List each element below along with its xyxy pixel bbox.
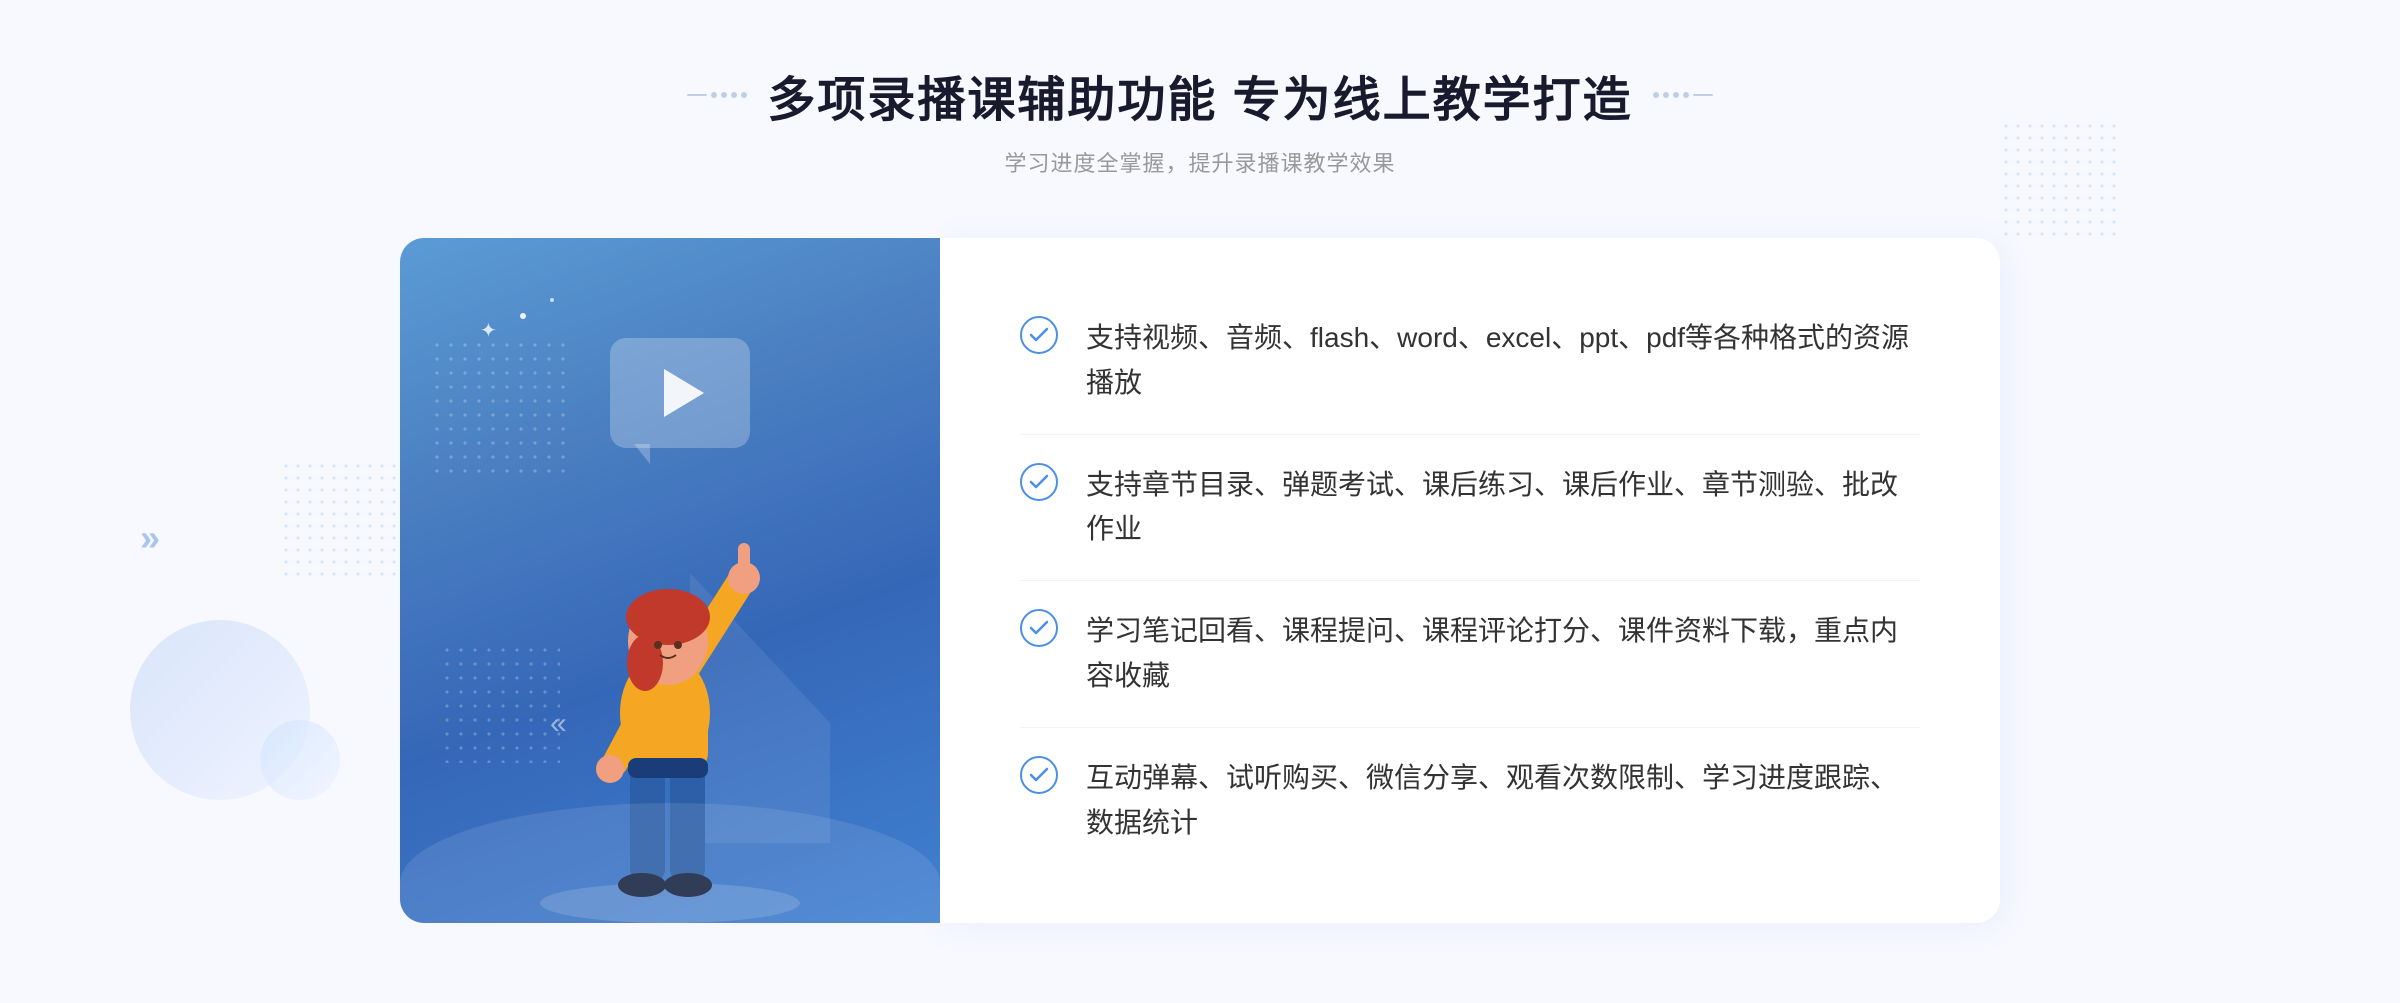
title-deco-right [1653, 92, 1713, 98]
feature-text-4: 互动弹幕、试听购买、微信分享、观看次数限制、学习进度跟踪、数据统计 [1086, 756, 1920, 846]
feature-text-1: 支持视频、音频、flash、word、excel、ppt、pdf等各种格式的资源… [1086, 316, 1920, 406]
feature-item-3: 学习笔记回看、课程提问、课程评论打分、课件资料下载，重点内容收藏 [1020, 581, 1920, 728]
features-panel: 支持视频、音频、flash、word、excel、ppt、pdf等各种格式的资源… [940, 238, 2000, 923]
deco-circle-small [260, 720, 340, 800]
dot-pattern-left [280, 460, 400, 580]
dot-pattern-right [2000, 120, 2120, 240]
feature-item-1: 支持视频、音频、flash、word、excel、ppt、pdf等各种格式的资源… [1020, 288, 1920, 435]
sparkle-dot-1 [520, 313, 526, 319]
title-deco-left [687, 92, 747, 98]
check-icon-3 [1020, 609, 1058, 647]
sparkle-icon: ✦ [480, 318, 497, 343]
svg-text:«: « [550, 707, 567, 740]
play-icon [664, 369, 704, 417]
check-icon-4 [1020, 756, 1058, 794]
feature-text-3: 学习笔记回看、课程提问、课程评论打分、课件资料下载，重点内容收藏 [1086, 609, 1920, 699]
page-container: » 多项录播课辅助功能 专为线上教学打造 学习进度全掌握，提升录播课教学效果 [0, 0, 2400, 1003]
content-area: ✦ [400, 238, 2000, 923]
feature-item-2: 支持章节目录、弹题考试、课后练习、课后作业、章节测验、批改作业 [1020, 435, 1920, 582]
title-row: 多项录播课辅助功能 专为线上教学打造 [687, 60, 1712, 130]
header-section: 多项录播课辅助功能 专为线上教学打造 学习进度全掌握，提升录播课教学效果 [687, 60, 1712, 178]
feature-item-4: 互动弹幕、试听购买、微信分享、观看次数限制、学习进度跟踪、数据统计 [1020, 728, 1920, 874]
page-title: 多项录播课辅助功能 专为线上教学打造 [767, 60, 1632, 130]
check-icon-1 [1020, 316, 1058, 354]
feature-text-2: 支持章节目录、弹题考试、课后练习、课后作业、章节测验、批改作业 [1086, 463, 1920, 553]
chevron-left-icon: » [140, 520, 160, 556]
ground-arc [400, 803, 940, 923]
sparkle-dot-2 [550, 298, 554, 302]
illustration-card: ✦ [400, 238, 940, 923]
check-icon-2 [1020, 463, 1058, 501]
page-subtitle: 学习进度全掌握，提升录播课教学效果 [687, 146, 1712, 178]
